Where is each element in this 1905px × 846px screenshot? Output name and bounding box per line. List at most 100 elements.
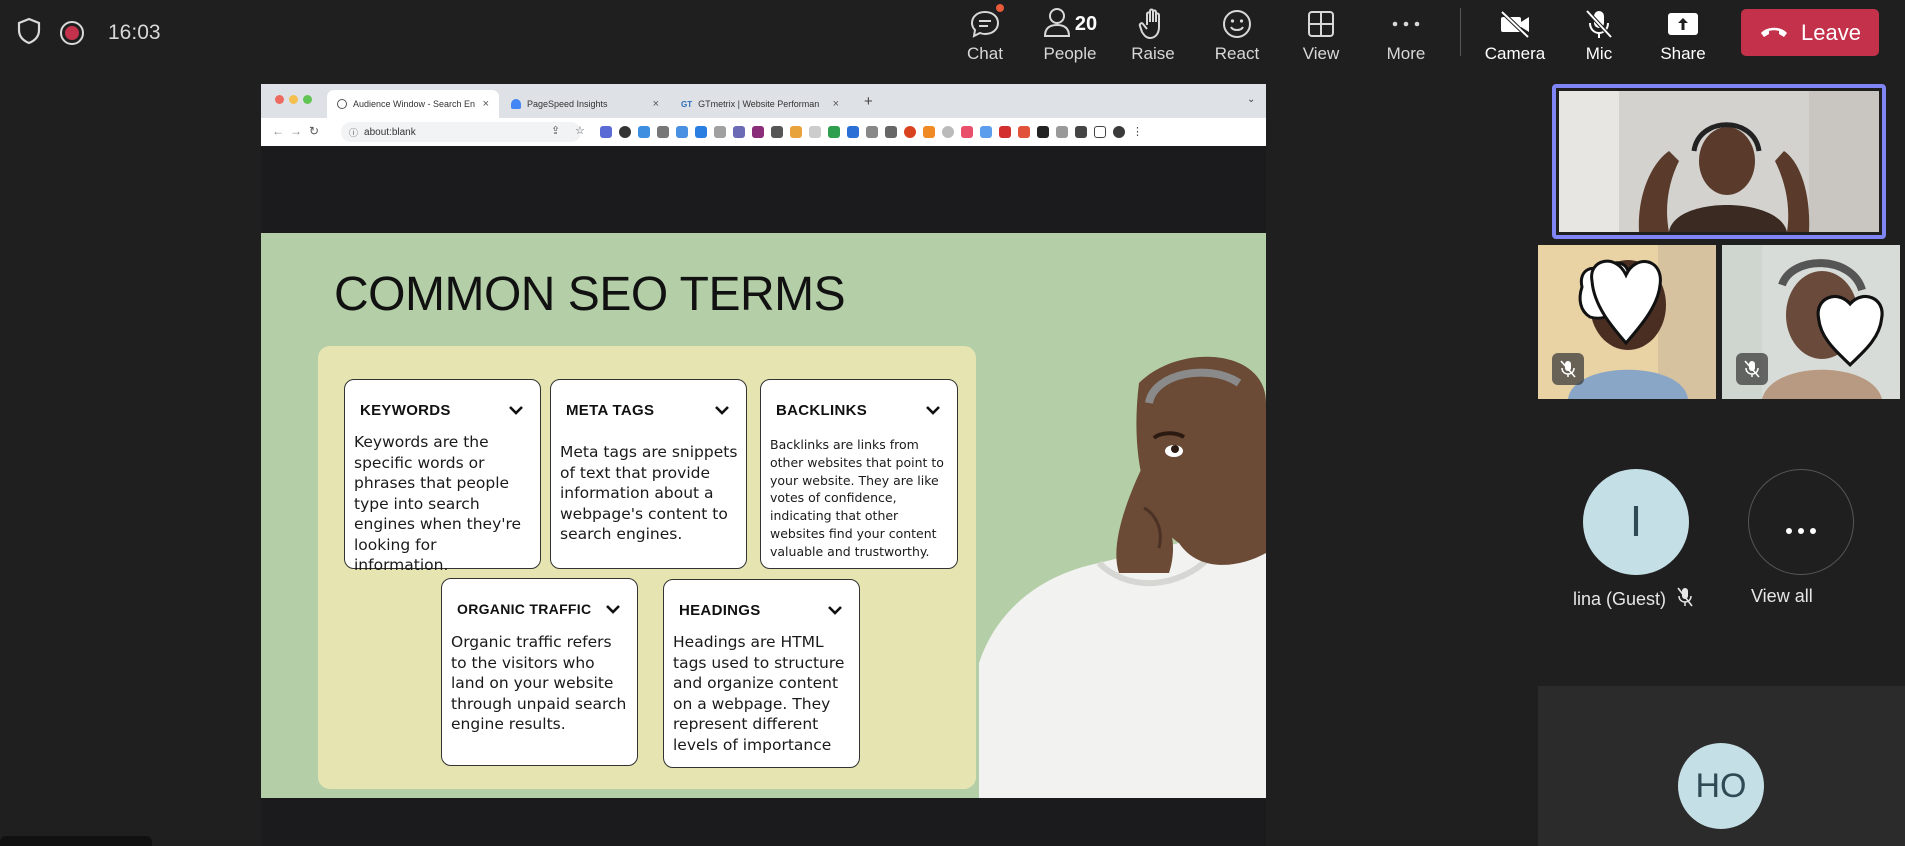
share-screen-icon <box>1666 4 1700 44</box>
share-page-icon[interactable]: ⇪ <box>551 124 560 137</box>
extension-icon[interactable] <box>1018 126 1030 138</box>
presentation-slide: COMMON SEO TERMS KEYWORDS Keywords are t… <box>261 233 1266 798</box>
view-button[interactable]: View <box>1298 0 1344 64</box>
close-tab-icon[interactable]: × <box>833 98 839 110</box>
slide-title: COMMON SEO TERMS <box>334 268 846 321</box>
chevron-down-icon <box>926 406 940 415</box>
meeting-toolbar: 16:03 Chat 20 People Raise React View Mo… <box>0 0 1905 64</box>
participant-video-tile[interactable] <box>1722 245 1900 399</box>
chevron-down-icon <box>828 606 842 615</box>
extension-icon[interactable] <box>676 126 688 138</box>
more-dots-icon <box>1784 497 1818 547</box>
maximize-window-button[interactable] <box>303 95 312 104</box>
extension-icon[interactable] <box>1056 126 1068 138</box>
chevron-down-icon <box>715 406 729 415</box>
view-all-label: View all <box>1751 586 1813 606</box>
reload-icon[interactable]: ↻ <box>309 124 319 138</box>
extension-icon[interactable] <box>790 126 802 138</box>
leave-button[interactable]: Leave <box>1741 9 1879 56</box>
extension-icon[interactable] <box>619 126 631 138</box>
back-icon[interactable]: ← <box>272 124 284 138</box>
extension-icon[interactable] <box>600 126 612 138</box>
term-card-organic-traffic: ORGANIC TRAFFIC Organic traffic refers t… <box>441 578 638 766</box>
sidebar-toggle-icon[interactable] <box>1094 126 1106 138</box>
recording-indicator-icon <box>60 21 84 45</box>
profile-avatar-icon[interactable] <box>1113 126 1125 138</box>
participant-video-tile[interactable] <box>1538 245 1716 399</box>
mic-muted-icon <box>1736 353 1768 385</box>
participant-name: lina (Guest) <box>1573 586 1694 613</box>
extension-icon[interactable] <box>904 126 916 138</box>
extension-icon[interactable] <box>961 126 973 138</box>
extension-icon[interactable] <box>999 126 1011 138</box>
camera-off-icon <box>1498 4 1532 44</box>
raise-hand-button[interactable]: Raise <box>1128 0 1178 64</box>
extension-icon[interactable] <box>809 126 821 138</box>
extension-icon[interactable] <box>752 126 764 138</box>
bottom-left-panel-tab[interactable] <box>0 836 152 846</box>
camera-button[interactable]: Camera <box>1484 0 1546 64</box>
globe-icon <box>337 99 347 109</box>
gtmetrix-icon: GT <box>681 99 693 109</box>
term-card-keywords: KEYWORDS Keywords are the specific words… <box>344 379 541 574</box>
browser-window: Audience Window - Search En × PageSpeed … <box>261 84 1266 146</box>
browser-tab-strip: Audience Window - Search En × PageSpeed … <box>261 84 1266 118</box>
extension-icon[interactable] <box>733 126 745 138</box>
extension-icon[interactable] <box>942 126 954 138</box>
extension-icon[interactable] <box>980 126 992 138</box>
close-tab-icon[interactable]: × <box>483 98 489 110</box>
extension-icon[interactable] <box>771 126 783 138</box>
browser-tab[interactable]: Audience Window - Search En × <box>327 90 499 118</box>
extension-icon[interactable] <box>828 126 840 138</box>
browser-tab[interactable]: PageSpeed Insights × <box>501 90 669 118</box>
shared-screen: Audience Window - Search En × PageSpeed … <box>261 84 1266 846</box>
term-card-backlinks: BACKLINKS Backlinks are links from other… <box>760 379 958 569</box>
chevron-down-icon <box>509 406 523 415</box>
puzzle-extensions-icon[interactable] <box>1075 126 1087 138</box>
presenter-video <box>1559 91 1879 232</box>
extension-icon[interactable] <box>847 126 859 138</box>
chat-button[interactable]: Chat <box>960 0 1010 64</box>
layout-grid-icon <box>1306 4 1336 44</box>
bookmark-star-icon[interactable]: ☆ <box>575 124 585 137</box>
more-dots-icon <box>1391 4 1421 44</box>
shield-icon <box>16 17 42 50</box>
meeting-timer: 16:03 <box>108 21 161 44</box>
extension-icon[interactable] <box>657 126 669 138</box>
new-tab-button[interactable]: + <box>864 93 873 110</box>
browser-tab[interactable]: GT GTmetrix | Website Performan × <box>671 90 849 118</box>
address-bar[interactable]: ⓘ about:blank <box>341 122 581 142</box>
info-icon: ⓘ <box>349 127 359 138</box>
share-button[interactable]: Share <box>1659 0 1707 64</box>
tab-search-chevron-icon[interactable]: ⌄ <box>1247 94 1255 105</box>
spotlight-video-tile[interactable] <box>1552 84 1886 239</box>
mic-button[interactable]: Mic <box>1580 0 1618 64</box>
mic-off-icon <box>1584 4 1614 44</box>
extension-icon[interactable] <box>923 126 935 138</box>
minimize-window-button[interactable] <box>289 95 298 104</box>
close-window-button[interactable] <box>275 95 284 104</box>
extension-icon[interactable] <box>695 126 707 138</box>
chevron-down-icon <box>606 605 620 614</box>
extension-icon[interactable] <box>1037 126 1049 138</box>
people-button[interactable]: 20 People <box>1040 0 1100 64</box>
people-icon <box>1043 6 1071 43</box>
browser-menu-icon[interactable]: ⋮ <box>1132 126 1143 138</box>
extension-icon[interactable] <box>714 126 726 138</box>
browser-toolbar: ← → ↻ ⓘ about:blank ⇪ ☆ ⋮ <box>261 118 1266 146</box>
forward-icon[interactable]: → <box>290 124 302 138</box>
participant-tile[interactable]: HO <box>1538 686 1905 846</box>
extension-icon[interactable] <box>866 126 878 138</box>
close-tab-icon[interactable]: × <box>653 98 659 110</box>
more-button[interactable]: More <box>1381 0 1431 64</box>
participant-avatar: HO <box>1678 743 1764 829</box>
react-button[interactable]: React <box>1213 0 1261 64</box>
pagespeed-icon <box>511 99 521 109</box>
participant-avatar[interactable]: I <box>1583 469 1689 575</box>
smiley-icon <box>1221 4 1253 44</box>
chat-notification-dot <box>996 4 1004 12</box>
extension-icon[interactable] <box>638 126 650 138</box>
extension-icon[interactable] <box>885 126 897 138</box>
term-card-meta-tags: META TAGS Meta tags are snippets of text… <box>550 379 747 569</box>
view-all-button[interactable] <box>1748 469 1854 575</box>
